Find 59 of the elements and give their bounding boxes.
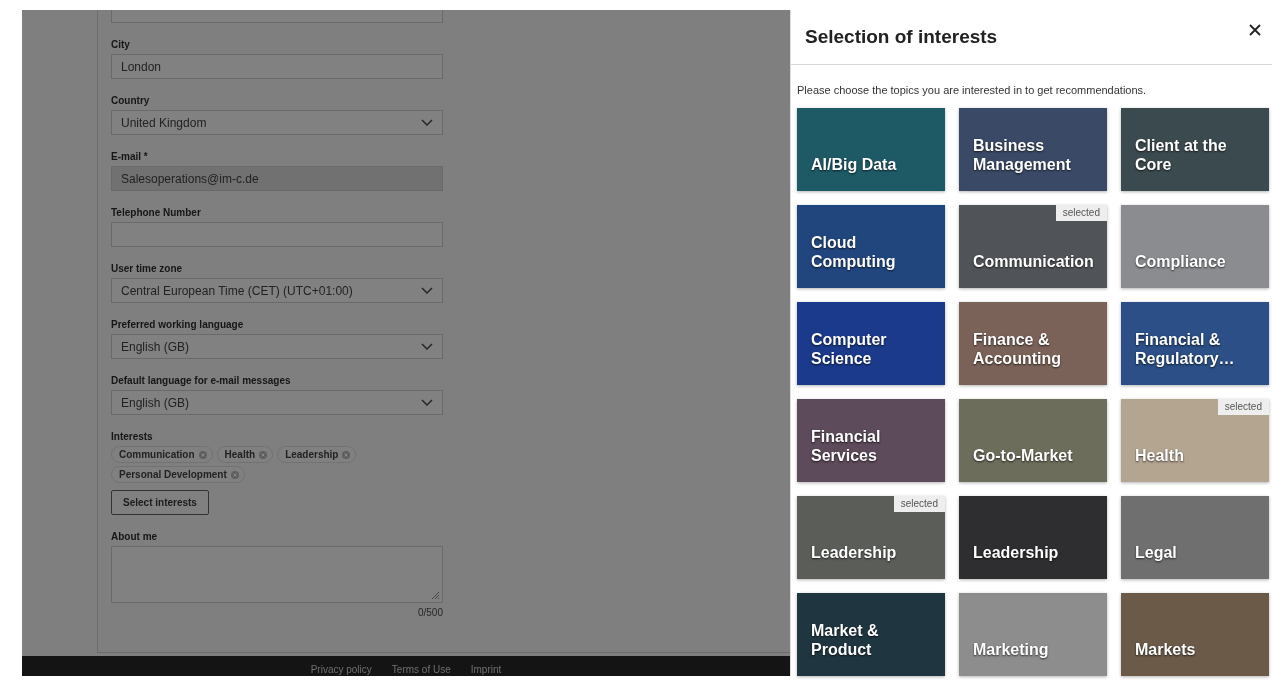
topic-tile[interactable]: Leadership	[959, 496, 1107, 579]
topic-tile[interactable]: Business Management	[959, 108, 1107, 191]
topic-tile[interactable]: Marketing	[959, 593, 1107, 676]
select-field[interactable]: Central European Time (CET) (UTC+01:00)	[111, 278, 443, 303]
interest-chip[interactable]: Personal Development	[111, 466, 245, 483]
input-field[interactable]	[111, 10, 443, 23]
field-label: Telephone Number	[111, 207, 202, 219]
topic-tile[interactable]: Financial Services	[797, 399, 945, 482]
input-field[interactable]: London	[111, 54, 443, 79]
close-icon[interactable]	[1248, 23, 1262, 37]
remove-icon[interactable]	[198, 450, 207, 459]
selected-badge: selected	[1217, 399, 1269, 415]
field-label: Interests	[111, 431, 154, 443]
chevron-down-icon	[421, 286, 433, 295]
topic-tile[interactable]: Legal	[1121, 496, 1269, 579]
topic-tile[interactable]: selected Communication	[959, 205, 1107, 288]
field-label: Country	[111, 95, 151, 107]
topic-tile[interactable]: Financial & Regulatory…	[1121, 302, 1269, 385]
topic-tile[interactable]: Computer Science	[797, 302, 945, 385]
resize-grip-icon[interactable]	[430, 590, 440, 600]
character-counter: 0/500	[416, 607, 443, 618]
field-label: Preferred working language	[111, 319, 245, 331]
chevron-down-icon	[421, 118, 433, 127]
topic-tile[interactable]: Client at the Core	[1121, 108, 1269, 191]
selected-badge: selected	[893, 496, 945, 512]
remove-icon[interactable]	[342, 450, 351, 459]
topic-tile[interactable]: Go-to-Market	[959, 399, 1107, 482]
select-field[interactable]: English (GB)	[111, 390, 443, 415]
select-field[interactable]: English (GB)	[111, 334, 443, 359]
interest-chip[interactable]: Leadership	[277, 446, 357, 463]
field-label: About me	[111, 531, 159, 543]
chevron-down-icon	[421, 342, 433, 351]
topic-tile[interactable]: selected Health	[1121, 399, 1269, 482]
interest-chip[interactable]: Health	[216, 446, 274, 463]
remove-icon[interactable]	[230, 470, 239, 479]
panel-description: Please choose the topics you are interested in to get recommendations.	[797, 84, 1148, 96]
topic-tile[interactable]: Finance & Accounting	[959, 302, 1107, 385]
input-field[interactable]: Salesoperations@im-c.de	[111, 166, 443, 191]
field-label: City	[111, 39, 131, 51]
topic-tile[interactable]: Markets	[1121, 593, 1269, 676]
topic-tile[interactable]: Cloud Computing	[797, 205, 945, 288]
chevron-down-icon	[421, 398, 433, 407]
topic-tile[interactable]: Market & Product	[797, 593, 945, 676]
selected-badge: selected	[1055, 205, 1107, 221]
interest-chip[interactable]: Communication	[111, 446, 213, 463]
topic-tile[interactable]: selected Leadership	[797, 496, 945, 579]
topic-tile[interactable]: Compliance	[1121, 205, 1269, 288]
select-interests-button[interactable]: Select interests	[111, 490, 209, 515]
panel-title: Selection of interests	[805, 26, 998, 48]
text-area[interactable]	[111, 546, 443, 603]
footer-link[interactable]: Terms of Use	[391, 664, 451, 676]
footer-link[interactable]: Privacy policy	[310, 664, 372, 676]
topic-tile[interactable]: AI/Big Data	[797, 108, 945, 191]
remove-icon[interactable]	[259, 450, 268, 459]
footer-link[interactable]: Imprint	[470, 664, 502, 676]
field-label: Default language for e-mail messages	[111, 375, 292, 387]
field-label: E-mail *	[111, 151, 149, 163]
select-field[interactable]: United Kingdom	[111, 110, 443, 135]
field-label: User time zone	[111, 263, 184, 275]
